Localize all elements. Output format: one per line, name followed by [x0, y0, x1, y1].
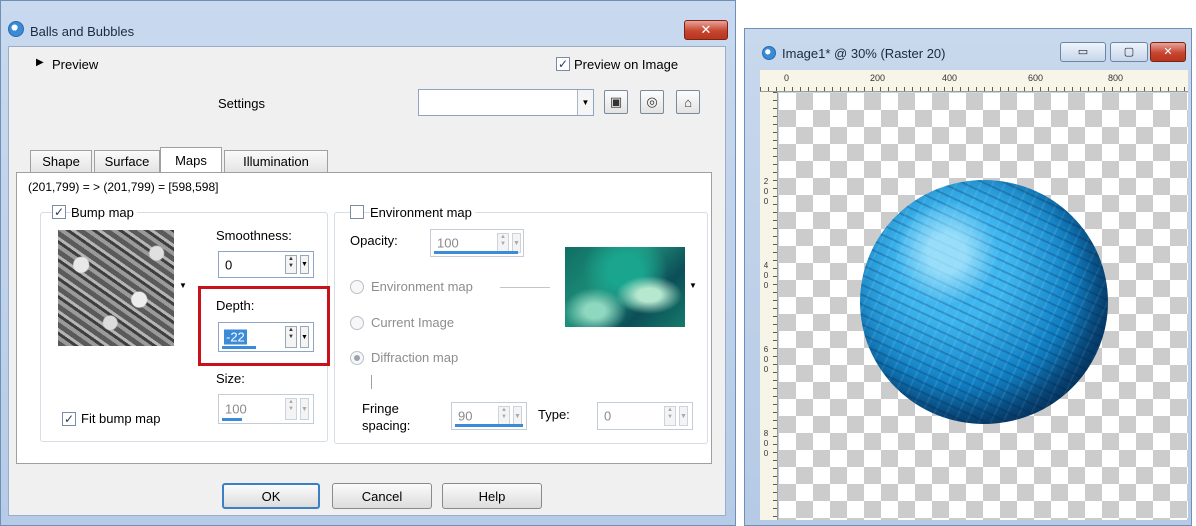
tab-maps[interactable]: Maps [160, 147, 222, 172]
bump-map-texture-swatch[interactable] [58, 230, 174, 346]
fringe-spacing-slider-fill [455, 424, 523, 427]
fringe-spacing-stepper-icon[interactable]: ▲ ▼ [498, 406, 510, 426]
smoothness-dropdown-icon[interactable]: ▼ [300, 255, 309, 274]
opacity-stepper-icon[interactable]: ▲ ▼ [497, 233, 509, 253]
bump-map-label: Bump map [71, 205, 137, 220]
image-window-title: Image1* @ 30% (Raster 20) [782, 46, 946, 61]
ruler-left-label: 0 [763, 439, 769, 448]
fit-bump-map-label: Fit bump map [81, 411, 161, 426]
tab-shape[interactable]: Shape [30, 150, 92, 172]
type-stepper-icon[interactable]: ▲ ▼ [664, 406, 676, 426]
preview-toggle-label[interactable]: Preview [52, 57, 98, 72]
smoothness-stepper-icon[interactable]: ▲ ▼ [285, 255, 297, 274]
fringe-spacing-label-line2: spacing: [362, 418, 411, 433]
ruler-left-label: 4 [763, 261, 769, 270]
fringe-spacing-spinner[interactable]: 90 ▲ ▼ ▼ [451, 402, 527, 430]
fringe-spacing-dropdown-icon[interactable]: ▼ [513, 406, 522, 426]
ruler-left-label: 0 [763, 365, 769, 374]
opacity-label: Opacity: [350, 233, 398, 248]
ruler-left-label: 8 [763, 429, 769, 438]
tab-illumination[interactable]: Illumination [224, 150, 328, 172]
depth-highlight-box [198, 286, 330, 366]
ruler-top-label: 200 [870, 73, 886, 83]
fringe-spacing-label-line1: Fringe [362, 401, 399, 416]
ruler-left-label: 0 [763, 187, 769, 196]
size-dropdown-icon[interactable]: ▼ [300, 398, 309, 420]
chevron-down-icon[interactable]: ▼ [577, 90, 593, 115]
ruler-top: 0 200 400 600 800 [760, 70, 1188, 92]
ruler-left-label: 0 [763, 271, 769, 280]
preview-expand-icon[interactable]: ▶ [36, 57, 44, 68]
type-spinner[interactable]: 0 ▲ ▼ ▼ [597, 402, 693, 430]
opacity-value: 100 [437, 235, 459, 251]
smoothness-spinner[interactable]: 0 ▲ ▼ ▼ [218, 251, 314, 278]
dialog-close-button[interactable]: ✕ [684, 20, 728, 40]
settings-label: Settings [218, 96, 265, 111]
current-image-radio[interactable] [350, 316, 364, 330]
environment-map-label: Environment map [370, 205, 475, 220]
size-stepper-icon[interactable]: ▲ ▼ [285, 398, 297, 420]
ruler-top-label: 800 [1108, 73, 1124, 83]
image-window-close-button[interactable]: ✕ [1150, 42, 1186, 62]
settings-combo[interactable]: ▼ [418, 89, 594, 116]
ruler-left-label: 0 [763, 355, 769, 364]
opacity-slider-fill [434, 251, 518, 254]
size-slider-fill [222, 418, 242, 421]
diffraction-connector-line [371, 375, 372, 389]
type-value: 0 [604, 408, 612, 424]
type-label: Type: [538, 407, 570, 422]
dialog-title: Balls and Bubbles [30, 24, 135, 39]
environment-map-dropdown-icon[interactable]: ▼ [689, 281, 697, 290]
size-value: 100 [225, 401, 247, 417]
opacity-spinner[interactable]: 100 ▲ ▼ ▼ [430, 229, 524, 257]
preview-on-image-checkbox[interactable]: ✓ [556, 57, 570, 71]
smoothness-value: 0 [225, 257, 233, 272]
cancel-button[interactable]: Cancel [332, 483, 432, 509]
reset-preset-icon[interactable]: ◎ [640, 90, 664, 114]
type-dropdown-icon[interactable]: ▼ [679, 406, 688, 426]
app-icon [8, 21, 24, 37]
ruler-top-label: 600 [1028, 73, 1044, 83]
smoothness-label: Smoothness: [216, 228, 292, 243]
open-preset-icon[interactable]: ⌂ [676, 90, 700, 114]
ruler-top-label: 400 [942, 73, 958, 83]
diffraction-map-radio[interactable] [350, 351, 364, 365]
environment-map-connector-line [500, 287, 550, 288]
image-window-icon [762, 46, 776, 60]
ruler-top-label: 0 [784, 73, 790, 83]
ruler-left-label: 2 [763, 177, 769, 186]
ok-button[interactable]: OK [222, 483, 320, 509]
environment-map-radio[interactable] [350, 280, 364, 294]
preview-on-image-label: Preview on Image [574, 57, 679, 72]
bump-map-checkbox[interactable]: ✓ [52, 205, 66, 219]
ruler-left-label: 0 [763, 449, 769, 458]
save-preset-icon[interactable]: ▣ [604, 90, 628, 114]
environment-map-checkbox[interactable] [350, 205, 364, 219]
ruler-left-label: 0 [763, 281, 769, 290]
size-spinner[interactable]: 100 ▲ ▼ ▼ [218, 394, 314, 424]
help-button[interactable]: Help [442, 483, 542, 509]
maximize-button[interactable]: ▢ [1110, 42, 1148, 62]
current-image-radio-label: Current Image [371, 315, 455, 330]
opacity-dropdown-icon[interactable]: ▼ [512, 233, 521, 253]
minimize-button[interactable]: ▭ [1060, 42, 1106, 62]
ruler-left-label: 0 [763, 197, 769, 206]
coords-readout: (201,799) = > (201,799) = [598,598] [28, 180, 219, 194]
ruler-left-label: 6 [763, 345, 769, 354]
environment-map-radio-label: Environment map [371, 279, 473, 294]
fringe-spacing-value: 90 [458, 408, 473, 424]
tab-surface[interactable]: Surface [94, 150, 160, 172]
diffraction-map-radio-label: Diffraction map [371, 350, 459, 365]
environment-map-texture-swatch[interactable] [565, 247, 685, 327]
rendered-ball [860, 180, 1108, 424]
bump-map-dropdown-icon[interactable]: ▼ [179, 281, 187, 290]
ruler-left: 2 0 0 4 0 0 6 0 0 8 0 0 [760, 92, 778, 520]
fit-bump-map-checkbox[interactable]: ✓ [62, 412, 76, 426]
size-label: Size: [216, 371, 245, 386]
